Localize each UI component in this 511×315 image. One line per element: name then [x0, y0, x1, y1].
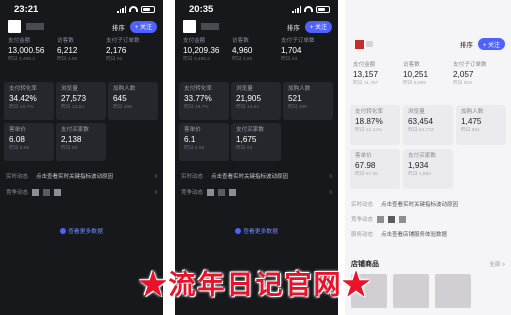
- shop-avatar[interactable]: [8, 20, 21, 33]
- shop-name-blurred: [201, 23, 219, 30]
- competitor-avatar: [54, 188, 62, 196]
- card-page-views[interactable]: 浏览量 27,573 昨日 13,54: [56, 82, 106, 120]
- battery-icon: [141, 5, 155, 13]
- competitor-avatar: [218, 188, 226, 196]
- metric-visitors[interactable]: 访客数 10,251 昨日 8,909: [403, 61, 453, 99]
- realtime-insight-row[interactable]: 实时动态 点击查看实时关键指标波动原因 ›: [6, 170, 157, 182]
- view-more-data-link[interactable]: 查看更多数据: [0, 226, 163, 235]
- top-metrics: 支付金额 10,209.36 昨日 3,465.2 访客数 4,960 昨日 3…: [175, 35, 338, 73]
- metric-visitors[interactable]: 访客数 4,960 昨日 3,90: [232, 37, 281, 73]
- view-more-data-link[interactable]: 查看更多数据: [175, 226, 338, 235]
- battery-icon: [316, 5, 330, 13]
- card-add-to-cart[interactable]: 加购人数 645 昨日 306: [108, 82, 158, 120]
- wifi-icon: [129, 6, 138, 12]
- card-paying-buyers[interactable]: 支付买家数 1,934 昨日 1,882: [403, 149, 453, 189]
- card-conversion-rate[interactable]: 支付转化率 33.77% 昨日 28.7%: [179, 82, 229, 120]
- shop-logo-secondary: [366, 41, 373, 47]
- realtime-insight-row[interactable]: 实时动态 点击查看实时关键指标波动原因 ›: [181, 170, 332, 182]
- competitor-avatar: [388, 215, 396, 223]
- status-time: 20:35: [189, 3, 214, 15]
- follow-button[interactable]: + 关注: [304, 20, 332, 33]
- sort-button[interactable]: 排序: [460, 39, 473, 49]
- metric-orders[interactable]: 支付子订单数 2,176 昨日 93: [106, 37, 155, 73]
- card-page-views[interactable]: 浏览量 21,905 昨日 13,54: [231, 82, 281, 120]
- metric-payment-amount[interactable]: 支付金额 10,209.36 昨日 3,465.2: [183, 37, 232, 73]
- data-icon: [235, 228, 242, 234]
- metric-orders[interactable]: 支付子订单数 1,704 昨日 93: [281, 37, 330, 73]
- competitor-avatar: [399, 215, 407, 223]
- competitor-row[interactable]: 竞争动态 ›: [6, 186, 157, 198]
- chevron-right-icon: ›: [329, 172, 332, 180]
- service-row[interactable]: 服务动态 点击查看店铺服务体验数据: [351, 228, 505, 240]
- shop-header: 排序 + 关注: [355, 36, 505, 52]
- metric-orders[interactable]: 支付子订单数 2,057 昨日 910: [453, 61, 503, 99]
- follow-button[interactable]: + 关注: [129, 20, 157, 33]
- chevron-right-icon: ›: [329, 188, 332, 196]
- competitor-row[interactable]: 竞争动态: [351, 213, 505, 225]
- metric-payment-amount[interactable]: 支付金额 13,157 昨日 11,757: [353, 61, 403, 99]
- realtime-insight-row[interactable]: 实时动态 点击查看实时关键指标波动原因: [351, 198, 505, 210]
- shop-header: 排序 + 关注: [175, 18, 338, 35]
- top-metrics: 支付金额 13,157 昨日 11,757 访客数 10,251 昨日 8,90…: [345, 61, 511, 99]
- card-avg-order-value[interactable]: 客单价 6.1 昨日 5.96: [179, 123, 229, 161]
- card-paying-buyers[interactable]: 支付买家数 1,675 昨日 93: [231, 123, 281, 161]
- watermark-banner: ★流年日记官网★: [139, 269, 372, 301]
- top-metrics: 支付金额 13,000.56 昨日 3,465.2 访客数 6,212 昨日 3…: [0, 35, 163, 73]
- shop-avatar[interactable]: [183, 20, 196, 33]
- metric-payment-amount[interactable]: 支付金额 13,000.56 昨日 3,465.2: [8, 37, 57, 73]
- card-add-to-cart[interactable]: 加购人数 521 昨日 306: [283, 82, 333, 120]
- card-avg-order-value[interactable]: 客单价 6.08 昨日 5.96: [4, 123, 54, 161]
- signal-icon: [292, 5, 301, 13]
- competitor-avatar: [32, 188, 40, 196]
- card-add-to-cart[interactable]: 加购人数 1,475 昨日 861: [456, 105, 506, 145]
- sort-button[interactable]: 排序: [112, 22, 125, 32]
- competitor-avatar: [229, 188, 237, 196]
- status-bar: 23:21: [0, 0, 163, 18]
- card-paying-buyers[interactable]: 支付买家数 2,138 昨日 93: [56, 123, 106, 161]
- status-time: 23:21: [14, 3, 39, 15]
- competitor-row[interactable]: 竞争动态 ›: [181, 186, 332, 198]
- data-icon: [60, 228, 67, 234]
- wifi-icon: [304, 6, 313, 12]
- card-page-views[interactable]: 浏览量 63,454 昨日 54,723: [403, 105, 453, 145]
- card-conversion-rate[interactable]: 支付转化率 18.87% 昨日 21.12%: [350, 105, 400, 145]
- card-conversion-rate[interactable]: 支付转化率 34.42% 昨日 28.7%: [4, 82, 54, 120]
- status-bar: 20:35: [175, 0, 338, 18]
- chevron-right-icon: ›: [154, 188, 157, 196]
- shop-logo[interactable]: [355, 39, 364, 49]
- metric-visitors[interactable]: 访客数 6,212 昨日 3,90: [57, 37, 106, 73]
- sort-button[interactable]: 排序: [287, 22, 300, 32]
- competitor-avatar: [377, 215, 385, 223]
- shop-header: 排序 + 关注: [0, 18, 163, 35]
- follow-button[interactable]: + 关注: [477, 38, 505, 50]
- competitor-avatar: [43, 188, 51, 196]
- signal-icon: [117, 5, 126, 13]
- chevron-right-icon: ›: [154, 172, 157, 180]
- shop-name-blurred: [26, 23, 44, 30]
- card-avg-order-value[interactable]: 客单价 67.98 昨日 67.35: [350, 149, 400, 189]
- competitor-avatar: [207, 188, 215, 196]
